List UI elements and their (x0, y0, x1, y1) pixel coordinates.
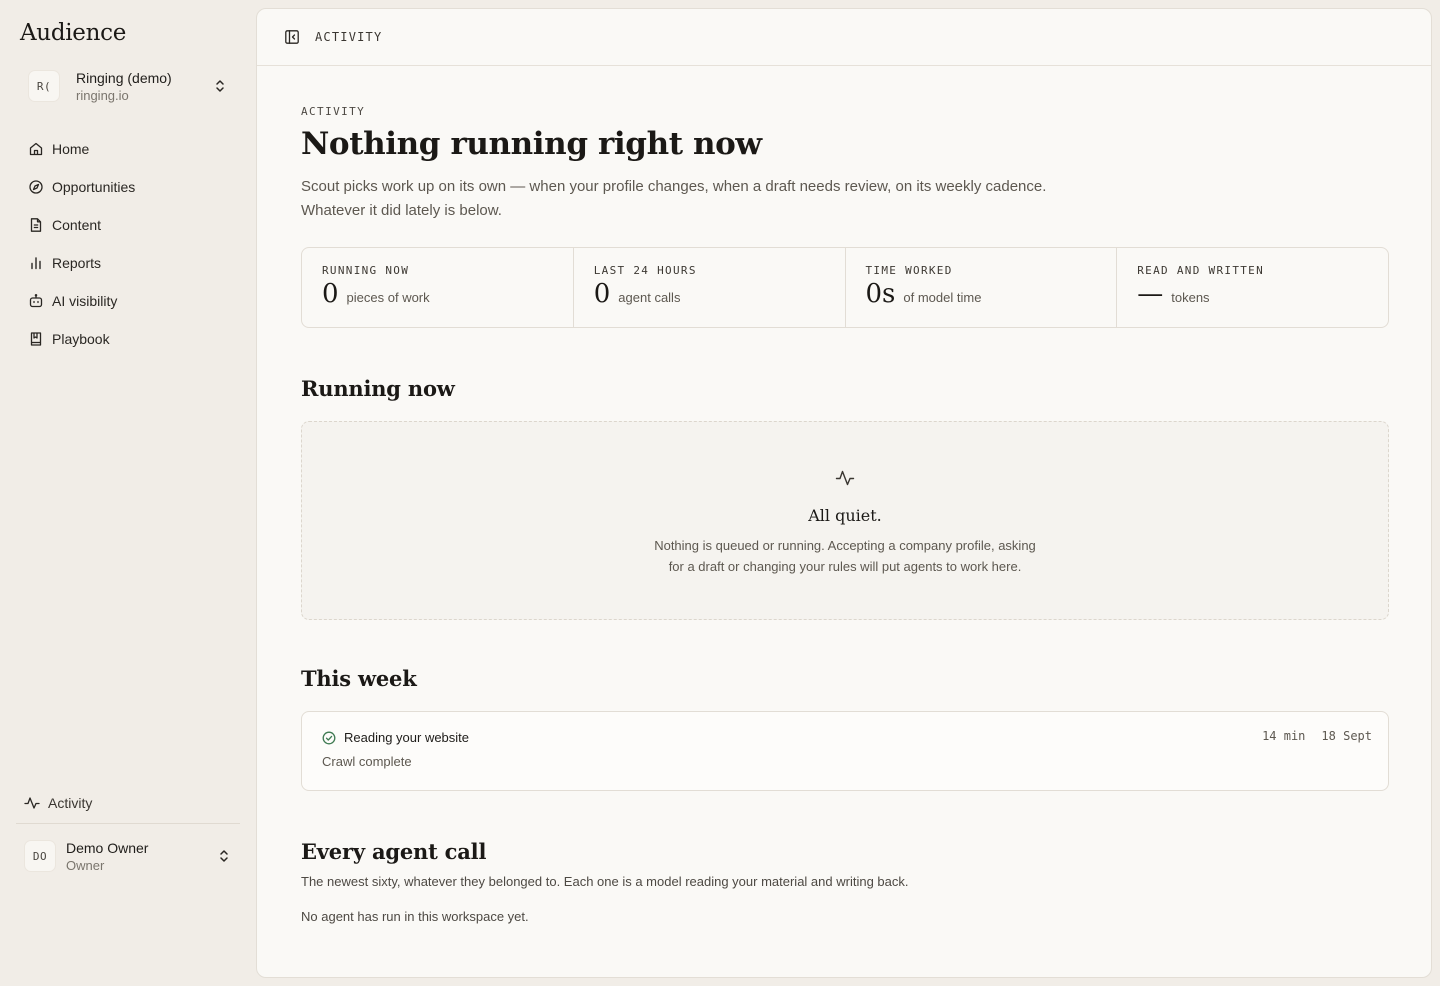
activity-item-meta: 14 min 18 Sept (1262, 729, 1372, 743)
nav-label: Playbook (52, 331, 110, 347)
nav-item-opportunities[interactable]: Opportunities (20, 168, 240, 206)
nav-label: Content (52, 217, 102, 233)
sidebar: Audience R( Ringing (demo) ringing.io Ho… (0, 0, 256, 986)
main-nav: Home Opportunities Content Reports AI vi… (20, 130, 240, 358)
nav-label: Reports (52, 255, 102, 271)
page-description-line-2: Whatever it did lately is below. (301, 202, 502, 220)
topbar-title: ACTIVITY (315, 30, 383, 44)
stat-value: 0 (322, 279, 339, 310)
compass-icon (29, 180, 43, 194)
nav-item-reports[interactable]: Reports (20, 244, 240, 282)
stat-label: TIME WORKED (865, 264, 953, 278)
stats-row: RUNNING NOW 0 pieces of work LAST 24 HOU… (301, 247, 1389, 329)
nav-label: Home (52, 141, 90, 157)
chevron-up-down-icon (216, 80, 224, 92)
stat-running-now: RUNNING NOW 0 pieces of work (302, 248, 574, 328)
every-agent-call-description: The newest sixty, whatever they belonged… (301, 874, 909, 890)
page-description-line-1: Scout picks work up on its own — when yo… (301, 178, 1047, 196)
agent-calls-empty-message: No agent has run in this workspace yet. (301, 909, 529, 925)
this-week-heading: This week (301, 666, 417, 692)
activity-item-subtitle: Crawl complete (322, 754, 412, 770)
stat-unit: pieces of work (346, 290, 430, 306)
activity-item[interactable]: Reading your website Crawl complete 14 m… (301, 711, 1389, 792)
every-agent-call-heading: Every agent call (301, 839, 487, 865)
robot-icon (29, 293, 43, 308)
nav-label: Opportunities (52, 179, 136, 195)
check-circle-icon (322, 731, 336, 745)
stat-value: 0s (865, 279, 896, 310)
activity-item-title: Reading your website (344, 730, 470, 746)
sidebar-toggle-button[interactable] (283, 28, 301, 46)
bar-chart-icon (31, 257, 41, 270)
app-logo[interactable]: Audience (20, 20, 126, 46)
page-eyebrow: ACTIVITY (301, 105, 366, 118)
nav-item-home[interactable]: Home (20, 130, 240, 168)
chevron-up-down-icon (220, 850, 228, 862)
page-description: Scout picks work up on its own — when yo… (301, 175, 1061, 223)
stat-unit: of model time (903, 290, 982, 306)
pulse-icon (835, 470, 855, 486)
document-icon (30, 218, 42, 232)
empty-state-text-line-1: Nothing is queued or running. Accepting … (654, 538, 1036, 554)
empty-state-text-line-2: for a draft or changing your rules will … (668, 559, 1022, 575)
user-switcher[interactable]: DO Demo Owner Owner (16, 834, 240, 878)
nav-label: Activity (48, 795, 93, 811)
stat-label: RUNNING NOW (322, 264, 410, 278)
main-panel: ACTIVITY ACTIVITY Nothing running right … (256, 8, 1432, 978)
stat-unit: tokens (1171, 290, 1210, 306)
topbar: ACTIVITY (257, 9, 1431, 66)
nav-item-ai-visibility[interactable]: AI visibility (20, 282, 240, 320)
activity-content: ACTIVITY Nothing running right now Scout… (301, 105, 1389, 924)
page-title: Nothing running right now (301, 126, 762, 162)
stat-last-24-hours: LAST 24 HOURS 0 agent calls (574, 248, 846, 328)
user-name: Demo Owner (66, 839, 149, 856)
user-role: Owner (66, 857, 105, 873)
stat-value: — (1137, 279, 1164, 310)
nav-item-activity[interactable]: Activity (16, 788, 240, 818)
empty-state-text: Nothing is queued or running. Accepting … (645, 535, 1045, 577)
activity-item-duration: 14 min (1262, 729, 1306, 744)
stat-read-and-written: READ AND WRITTEN — tokens (1117, 248, 1388, 327)
nav-item-playbook[interactable]: Playbook (20, 320, 240, 358)
stat-label: LAST 24 HOURS (593, 264, 697, 278)
stat-label: READ AND WRITTEN (1137, 264, 1265, 278)
stat-value: 0 (593, 279, 611, 310)
empty-state-title: All quiet. (808, 506, 882, 526)
home-icon (29, 142, 43, 156)
sidebar-collapse-icon (285, 30, 299, 44)
stat-unit: agent calls (618, 290, 681, 306)
user-avatar: DO (24, 840, 56, 872)
activity-item-date: 18 Sept (1321, 729, 1372, 744)
running-now-heading: Running now (301, 376, 455, 402)
book-icon (30, 332, 42, 346)
sidebar-divider (16, 823, 240, 824)
running-empty-state: All quiet. Nothing is queued or running.… (301, 421, 1389, 621)
workspace-avatar: R( (28, 70, 60, 102)
workspace-domain: ringing.io (76, 87, 129, 103)
workspace-switcher[interactable]: R( Ringing (demo) ringing.io (20, 62, 240, 110)
nav-label: AI visibility (52, 293, 118, 309)
workspace-name: Ringing (demo) (76, 69, 172, 86)
nav-item-content[interactable]: Content (20, 206, 240, 244)
stat-time-worked: TIME WORKED 0s of model time (846, 248, 1118, 328)
pulse-icon (24, 797, 40, 809)
